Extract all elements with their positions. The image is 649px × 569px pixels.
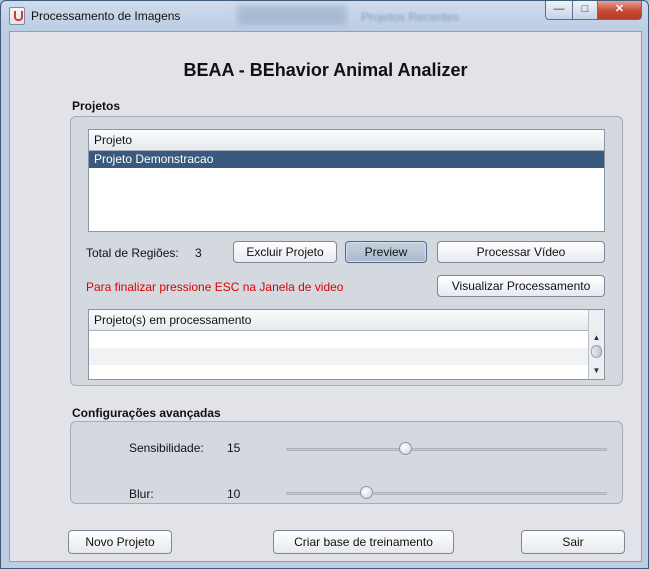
close-button[interactable]: ✕ <box>598 1 642 20</box>
projects-section-label: Projetos <box>72 99 121 113</box>
advanced-group: Sensibilidade: 15 Blur: 10 <box>70 421 623 504</box>
esc-hint-text: Para finalizar pressione ESC na Janela d… <box>86 280 344 294</box>
app-window: Processamento de Imagens Projetos Recent… <box>0 0 649 569</box>
sensitivity-label: Sensibilidade: <box>129 441 204 455</box>
total-regions-value: 3 <box>195 246 202 260</box>
processing-table-header[interactable]: Projeto(s) em processamento <box>89 310 588 331</box>
blur-slider[interactable] <box>286 486 607 500</box>
projects-group: Projeto Projeto Demonstracao Total de Re… <box>70 116 623 386</box>
minimize-button[interactable]: — <box>545 1 573 20</box>
projects-table: Projeto Projeto Demonstracao <box>88 129 605 232</box>
blur-value: 10 <box>227 487 241 501</box>
blur-slider-track <box>286 492 607 495</box>
total-regions-label: Total de Regiões: <box>86 246 179 260</box>
advanced-section-label: Configurações avançadas <box>72 406 221 420</box>
sensitivity-slider-track <box>286 448 607 451</box>
client-area: BEAA - BEhavior Animal Analizer Projetos… <box>9 31 642 562</box>
scroll-up-arrow-icon[interactable]: ▲ <box>589 331 604 344</box>
processing-row-empty <box>89 348 588 365</box>
blur-label: Blur: <box>129 487 154 501</box>
create-training-base-button[interactable]: Criar base de treinamento <box>273 530 454 554</box>
sensitivity-slider[interactable] <box>286 442 607 456</box>
delete-project-button[interactable]: Excluir Projeto <box>233 241 337 263</box>
sensitivity-slider-knob[interactable] <box>398 442 412 455</box>
processing-row-empty <box>89 331 588 348</box>
exit-button[interactable]: Sair <box>521 530 625 554</box>
blur-slider-knob[interactable] <box>360 486 374 499</box>
background-window-title: Projetos Recentes <box>361 10 460 24</box>
window-controls: — □ ✕ <box>545 1 642 21</box>
view-processing-button[interactable]: Visualizar Processamento <box>437 275 605 297</box>
background-window-blur <box>237 5 347 25</box>
projects-table-header[interactable]: Projeto <box>89 130 604 151</box>
window-title: Processamento de Imagens <box>31 9 181 23</box>
project-row[interactable]: Projeto Demonstracao <box>89 151 604 168</box>
scroll-down-arrow-icon[interactable]: ▼ <box>589 364 604 377</box>
maximize-button[interactable]: □ <box>573 1 598 20</box>
process-video-button[interactable]: Processar Vídeo <box>437 241 605 263</box>
java-app-icon <box>9 7 25 25</box>
scroll-thumb[interactable] <box>591 345 602 358</box>
processing-table: Projeto(s) em processamento ▲ ▼ <box>88 309 605 380</box>
new-project-button[interactable]: Novo Projeto <box>68 530 172 554</box>
title-bar[interactable]: Processamento de Imagens Projetos Recent… <box>1 1 648 31</box>
processing-table-scrollbar[interactable]: ▲ ▼ <box>588 310 604 379</box>
sensitivity-value: 15 <box>227 441 241 455</box>
page-title: BEAA - BEhavior Animal Analizer <box>183 60 468 80</box>
preview-button[interactable]: Preview <box>345 241 427 263</box>
